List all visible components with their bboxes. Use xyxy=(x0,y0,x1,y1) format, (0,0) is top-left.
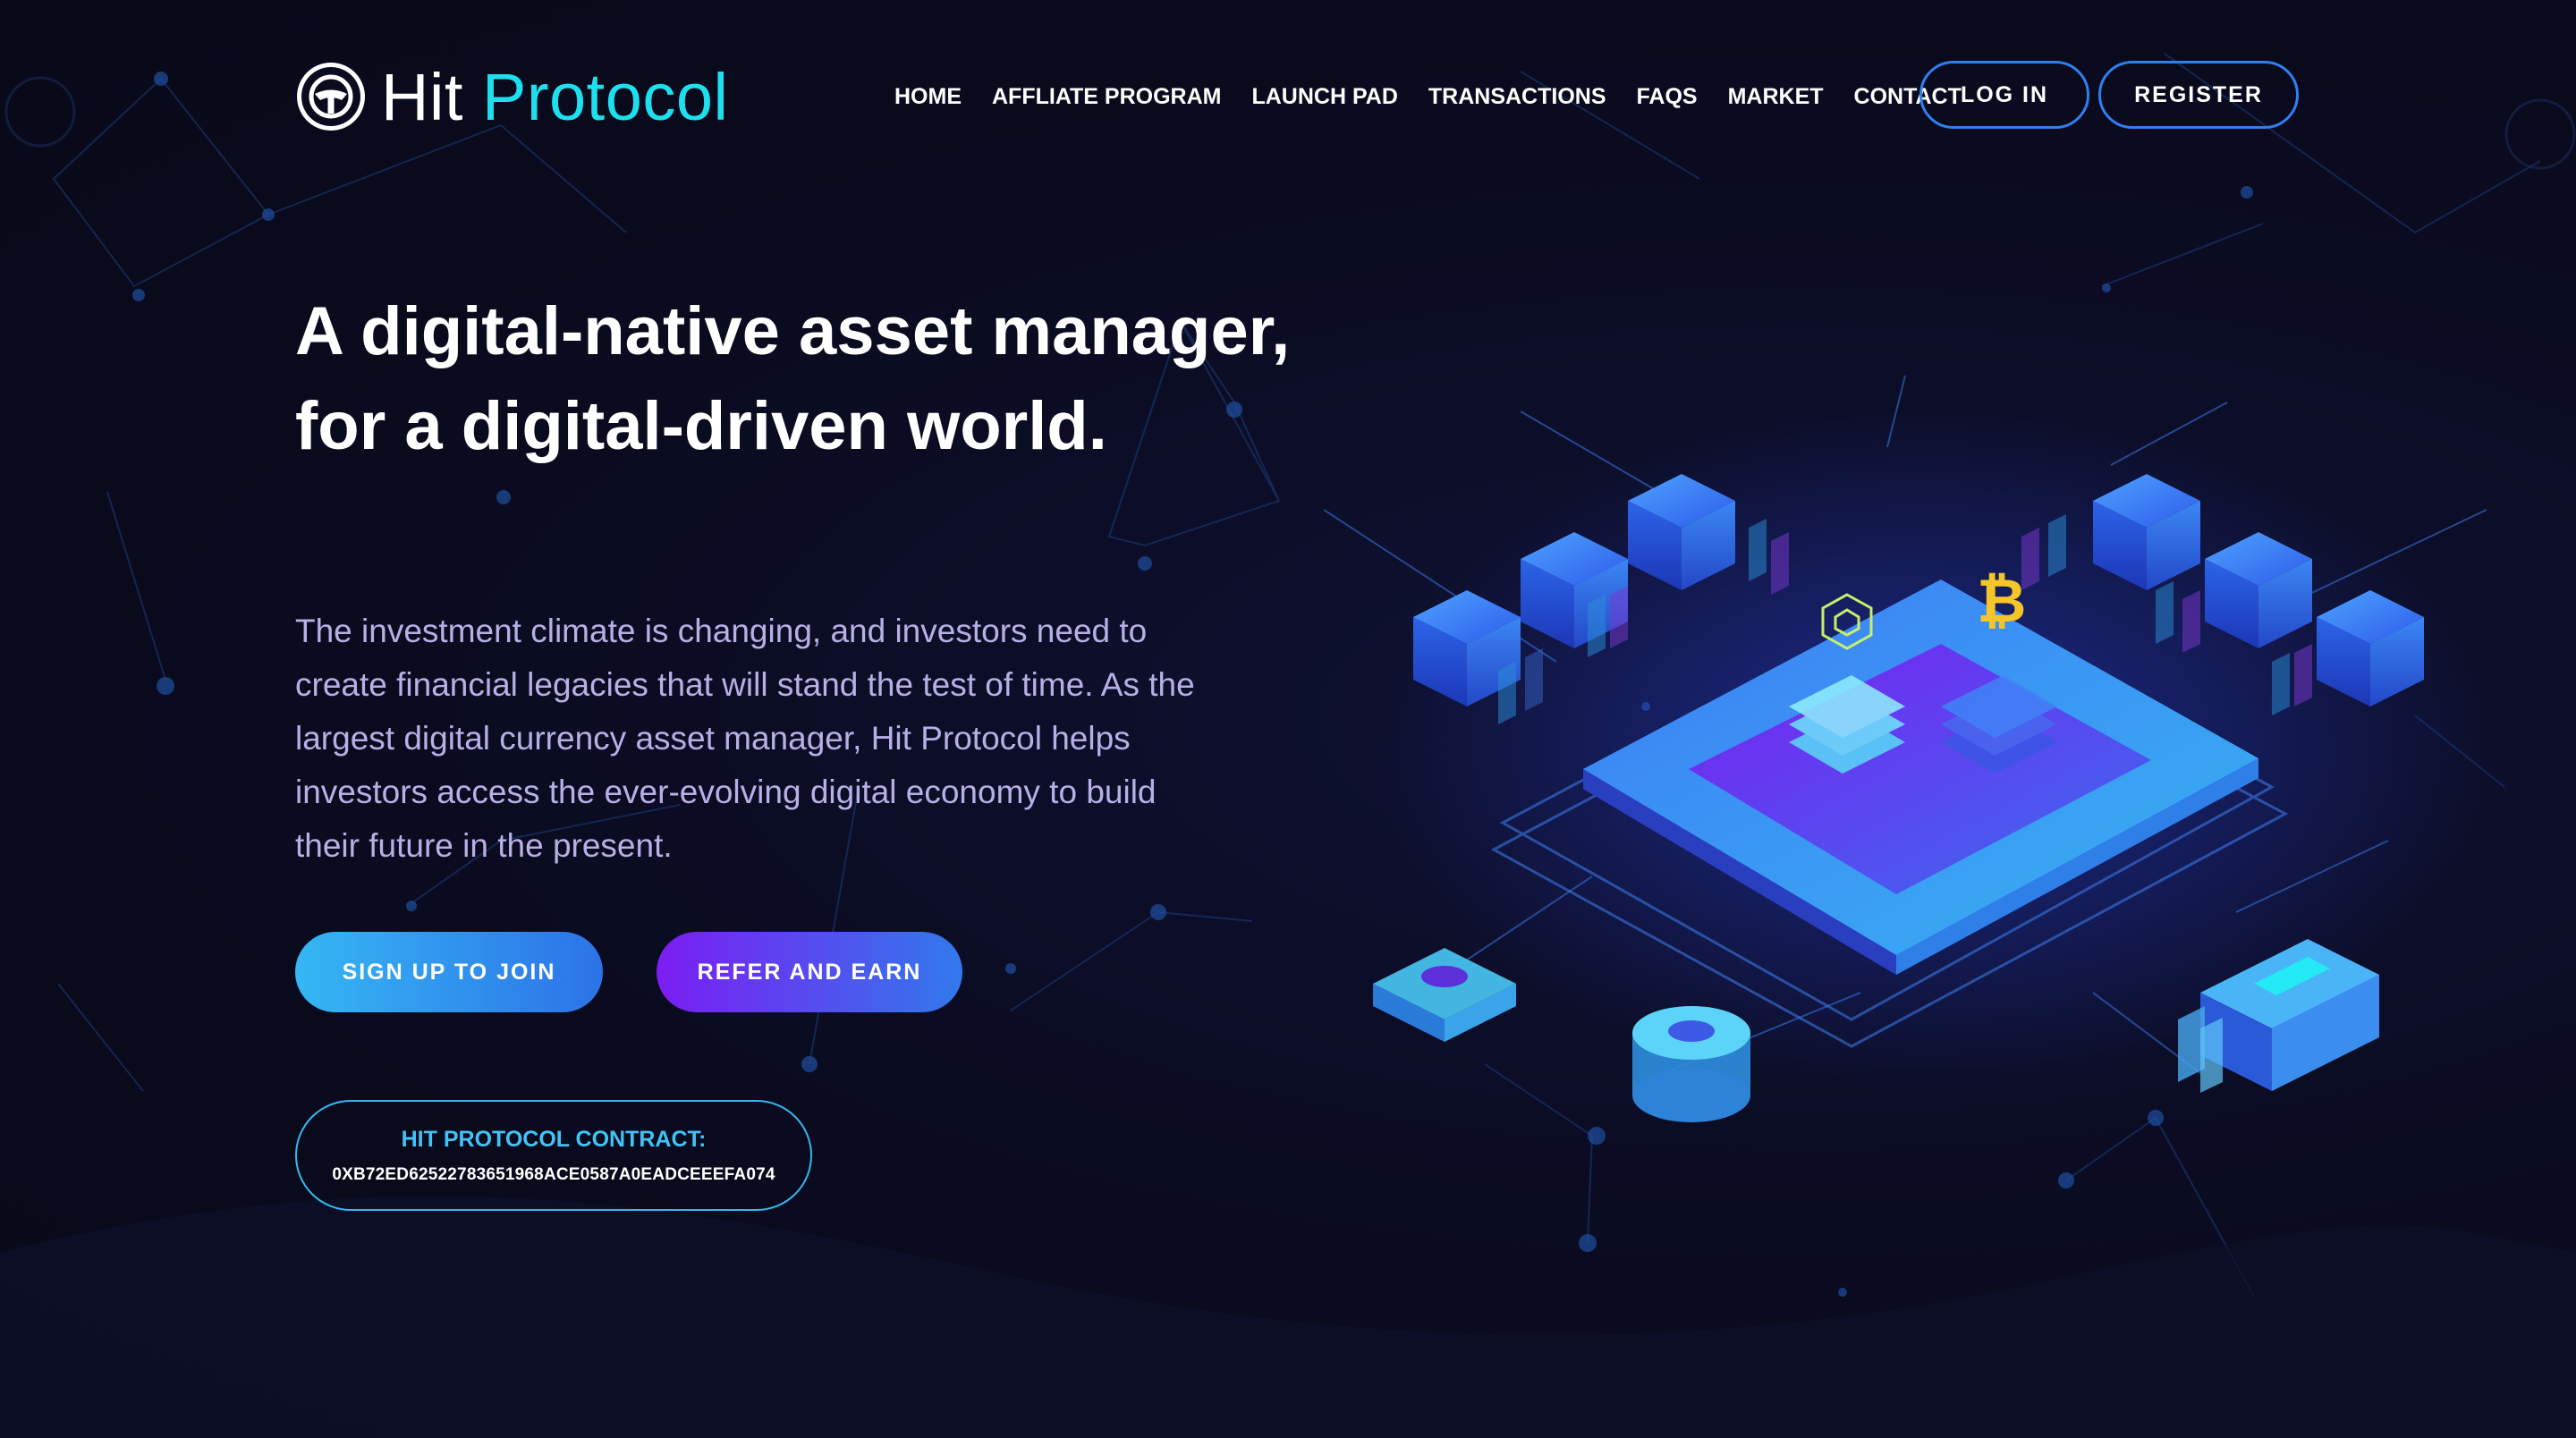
hero-description: The investment climate is changing, and … xyxy=(295,613,1195,864)
main-nav: HOME AFFLIATE PROGRAM LAUNCH PAD TRANSAC… xyxy=(894,63,1962,131)
nav-market[interactable]: MARKET xyxy=(1728,84,1824,110)
nav-launch-pad[interactable]: LAUNCH PAD xyxy=(1251,84,1397,110)
brand-name-part2: Protocol xyxy=(482,59,729,134)
bitcoin-icon: ₿ xyxy=(1977,566,2026,637)
contract-address[interactable]: 0XB72ED62522783651968ACE0587A0EADCEEEFA0… xyxy=(332,1165,775,1185)
brand-logo[interactable]: Hit Protocol xyxy=(295,59,728,134)
nav-affiliate-program[interactable]: AFFLIATE PROGRAM xyxy=(992,84,1221,110)
brand-name-part1: Hit xyxy=(381,59,463,134)
brand-name: Hit Protocol xyxy=(381,59,728,135)
register-button[interactable]: REGISTER xyxy=(2098,61,2299,129)
hit-protocol-logo-icon xyxy=(297,63,365,131)
refer-and-earn-button[interactable]: REFER AND EARN xyxy=(657,932,962,1012)
contract-label: HIT PROTOCOL CONTRACT: xyxy=(401,1126,707,1152)
nav-faqs[interactable]: FAQS xyxy=(1637,84,1698,110)
isometric-blockchain-illustration: ₿ xyxy=(1324,376,2487,1122)
nav-home[interactable]: HOME xyxy=(894,84,962,110)
sign-up-button[interactable]: SIGN UP TO JOIN xyxy=(295,932,603,1012)
landing-page: Hit Protocol HOME AFFLIATE PROGRAM LAUNC… xyxy=(0,0,2576,1438)
hero-title: A digital-native asset manager, for a di… xyxy=(295,293,1291,464)
nav-transactions[interactable]: TRANSACTIONS xyxy=(1428,84,1606,110)
login-button[interactable]: LOG IN xyxy=(1919,61,2089,129)
contract-box: HIT PROTOCOL CONTRACT: 0XB72ED6252278365… xyxy=(295,1100,812,1211)
